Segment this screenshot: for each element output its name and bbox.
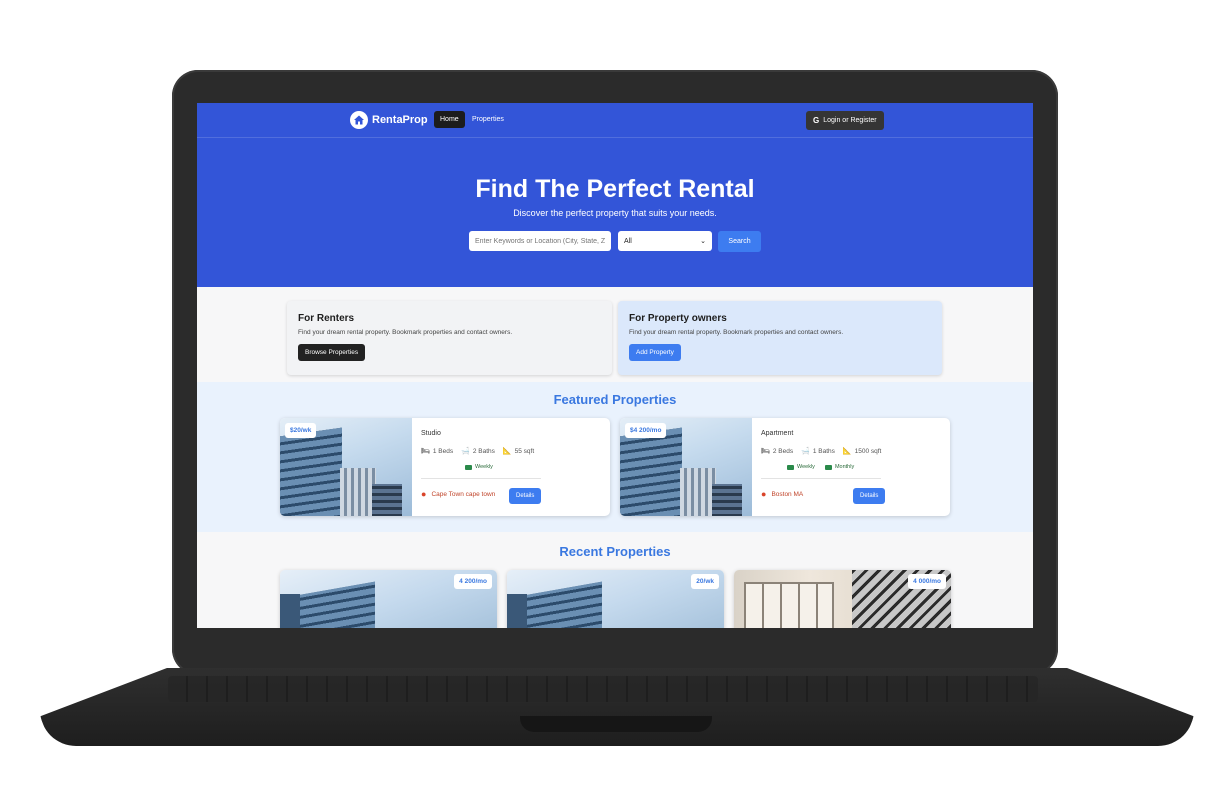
nav-properties-link[interactable]: Properties xyxy=(472,116,504,123)
ruler-icon: 📐 xyxy=(502,448,512,455)
bed-icon: 🛏 xyxy=(761,448,770,455)
nav-home-link[interactable]: Home xyxy=(434,111,465,128)
featured-title: Featured Properties xyxy=(553,392,677,407)
rental-terms: Weekly xyxy=(465,464,493,470)
featured-card[interactable]: $4 200/mo Apartment 🛏 2 Beds 🛁 1 Baths 📐 15… xyxy=(620,418,950,516)
details-button[interactable]: Details xyxy=(509,488,542,504)
login-register-label: Login or Register xyxy=(823,117,877,124)
sqft-value: 1500 sqft xyxy=(854,447,882,455)
map-pin-icon: ● xyxy=(761,489,767,499)
divider xyxy=(761,478,881,479)
details-button[interactable]: Details xyxy=(853,488,886,504)
brand-name: RentaProp xyxy=(372,114,428,126)
price-badge: $4 200/mo xyxy=(625,423,667,438)
baths-count: 1 Baths xyxy=(812,447,835,455)
chevron-down-icon: ⌄ xyxy=(700,238,706,245)
select-value: All xyxy=(624,237,632,245)
term-weekly: Weekly xyxy=(475,464,493,470)
location-text: Boston MA xyxy=(771,490,804,498)
login-register-button[interactable]: G Login or Register xyxy=(806,111,884,130)
laptop-notch xyxy=(520,716,712,732)
hero-section: Find The Perfect Rental Discover the per… xyxy=(197,138,1033,287)
property-location: ● Boston MA xyxy=(761,489,803,499)
browse-properties-button[interactable]: Browse Properties xyxy=(298,344,366,361)
website-screen: RentaProp Home Properties G Login or Reg… xyxy=(197,103,1033,628)
featured-card[interactable]: $20/wk Studio 🛏 1 Beds 🛁 2 Baths 📐 55 sqft … xyxy=(280,418,610,516)
bath-icon: 🛁 xyxy=(801,448,810,455)
beds-count: 1 Beds xyxy=(432,447,454,455)
rental-terms: Weekly Monthly xyxy=(787,464,854,470)
laptop-mockup: RentaProp Home Properties G Login or Reg… xyxy=(0,0,1207,800)
term-weekly: Weekly xyxy=(797,464,815,470)
search-button[interactable]: Search xyxy=(718,231,761,252)
brand-logo[interactable]: RentaProp xyxy=(350,111,428,129)
term-monthly: Monthly xyxy=(834,464,855,470)
map-pin-icon: ● xyxy=(421,489,427,499)
hero-title: Find The Perfect Rental xyxy=(475,175,755,203)
bed-icon: 🛏 xyxy=(421,448,430,455)
renters-card: For Renters Find your dream rental prope… xyxy=(287,301,612,375)
recent-card[interactable]: 4 200/mo xyxy=(280,570,497,628)
recent-card[interactable]: 4 000/mo xyxy=(734,570,951,628)
money-icon xyxy=(824,464,832,470)
property-type-select[interactable]: All ⌄ xyxy=(618,231,712,251)
navbar: RentaProp Home Properties G Login or Reg… xyxy=(197,103,1033,138)
price-badge: 20/wk xyxy=(691,574,719,589)
beds-count: 2 Beds xyxy=(772,447,794,455)
ruler-icon: 📐 xyxy=(842,448,852,455)
hero-subtitle: Discover the perfect property that suits… xyxy=(513,208,717,218)
property-location: ● Cape Town cape town xyxy=(421,489,495,499)
price-badge: 4 200/mo xyxy=(454,574,492,589)
laptop-keyboard xyxy=(168,676,1038,702)
renters-title: For Renters xyxy=(298,313,355,324)
money-icon xyxy=(465,464,472,470)
property-meta: 🛏 2 Beds 🛁 1 Baths 📐 1500 sqft xyxy=(761,447,882,456)
home-icon xyxy=(350,111,368,129)
property-meta: 🛏 1 Beds 🛁 2 Baths 📐 55 sqft xyxy=(421,447,535,456)
price-badge: $20/wk xyxy=(285,423,317,438)
owners-card: For Property owners Find your dream rent… xyxy=(618,301,942,375)
property-type: Studio xyxy=(421,430,441,437)
price-badge: 4 000/mo xyxy=(908,574,946,589)
recent-card[interactable]: 20/wk xyxy=(507,570,724,628)
renters-text: Find your dream rental property. Bookmar… xyxy=(298,329,513,336)
money-icon xyxy=(787,464,794,470)
add-property-button[interactable]: Add Property xyxy=(629,344,681,361)
google-icon: G xyxy=(813,116,820,125)
bath-icon: 🛁 xyxy=(461,448,470,455)
divider xyxy=(421,478,541,479)
property-type: Apartment xyxy=(761,430,794,437)
recent-title: Recent Properties xyxy=(559,544,671,559)
baths-count: 2 Baths xyxy=(472,447,495,455)
location-text: Cape Town cape town xyxy=(431,490,496,498)
owners-text: Find your dream rental property. Bookmar… xyxy=(629,329,844,336)
sqft-value: 55 sqft xyxy=(514,447,535,455)
owners-title: For Property owners xyxy=(629,313,727,324)
search-input[interactable] xyxy=(469,231,611,251)
